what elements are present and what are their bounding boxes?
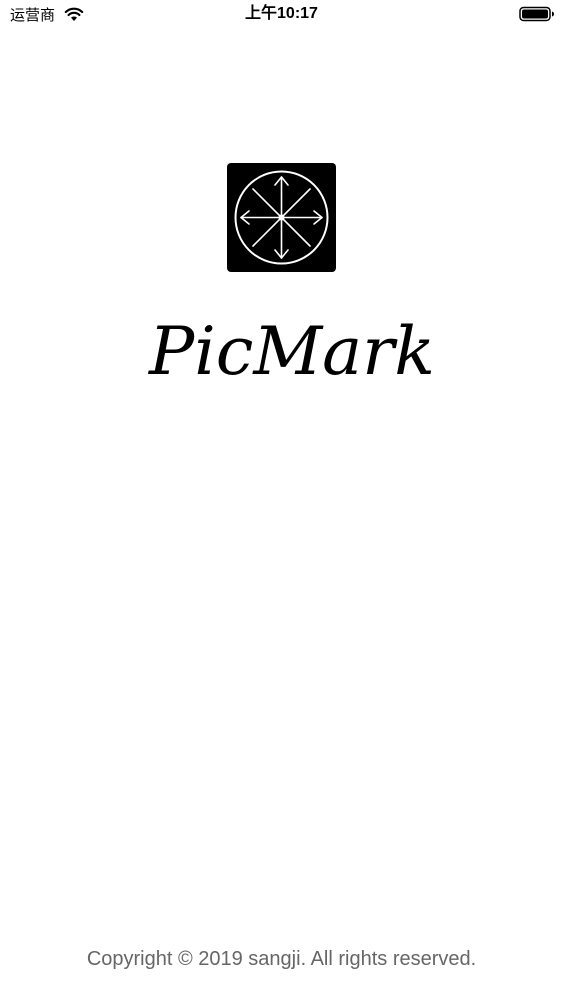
app-name-wordmark: PicMark xyxy=(148,313,435,390)
copyright-text: Copyright © 2019 sangji. All rights rese… xyxy=(86,948,477,970)
status-time: 上午10:17 xyxy=(245,5,318,22)
battery-icon xyxy=(519,6,554,22)
compass-arrows-icon xyxy=(234,170,329,265)
app-name: PicMark xyxy=(148,313,435,390)
app-logo xyxy=(227,163,336,272)
status-bar: 运营商 上午10:17 xyxy=(0,0,563,32)
